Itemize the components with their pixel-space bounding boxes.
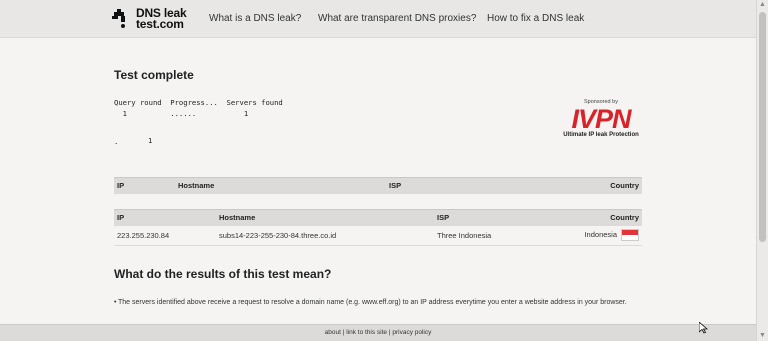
country-name: Indonesia xyxy=(584,230,617,240)
cell-hostname: subs14-223-255-230-84.three.co.id xyxy=(216,225,434,246)
col-country: Country xyxy=(536,177,642,194)
col-hostname: Hostname xyxy=(216,209,434,226)
col-isp: ISP xyxy=(386,177,536,194)
logo-line-2: test.com xyxy=(136,17,184,31)
progress-row: 1 ...... 1 xyxy=(114,109,249,118)
results-table: IP Hostname ISP Country 223.255.230.84 s… xyxy=(114,209,642,246)
sponsor-tagline: Ultimate IP leak Protection xyxy=(563,132,639,138)
footer-link-to-site[interactable]: link to this site xyxy=(346,329,387,336)
nav-what-is-dns-leak[interactable]: What is a DNS leak? xyxy=(209,13,301,24)
main-content: Test complete Query round Progress... Se… xyxy=(0,38,756,324)
results-heading: What do the results of this test mean? xyxy=(114,267,332,281)
footer-bar: about | link to this site | privacy poli… xyxy=(0,324,756,341)
col-ip: IP xyxy=(114,177,175,194)
indonesia-flag-icon xyxy=(621,229,639,242)
col-ip: IP xyxy=(114,209,216,226)
top-navigation-bar: DNS leak test.com What is a DNS leak? Wh… xyxy=(0,0,756,38)
scroll-down-arrow-icon[interactable]: ▼ xyxy=(757,331,768,341)
ivpn-logo: IVPN xyxy=(571,104,631,134)
footer-privacy-link[interactable]: privacy policy xyxy=(392,329,431,336)
cell-ip: 223.255.230.84 xyxy=(114,225,216,246)
vertical-scrollbar[interactable]: ▲ ▼ xyxy=(756,0,768,341)
cell-country: Indonesia xyxy=(554,225,642,246)
nav-how-to-fix[interactable]: How to fix a DNS leak xyxy=(487,13,584,24)
explanation-bullet: The servers identified above receive a r… xyxy=(114,297,628,308)
col-isp: ISP xyxy=(434,209,554,226)
nav-transparent-dns-proxies[interactable]: What are transparent DNS proxies? xyxy=(318,13,476,24)
test-heading: Test complete xyxy=(114,68,194,82)
scrollbar-thumb[interactable] xyxy=(759,12,766,242)
footer-about-link[interactable]: about xyxy=(325,329,341,336)
progress-header: Query round Progress... Servers found xyxy=(114,98,283,107)
faucet-icon xyxy=(112,9,125,28)
sponsor-banner[interactable]: Sponsored by IVPN Ultimate IP leak Prote… xyxy=(556,99,646,138)
site-logo[interactable]: DNS leak test.com xyxy=(111,6,187,32)
progress-dot: . xyxy=(114,137,119,146)
table-row: 223.255.230.84 subs14-223-255-230-84.thr… xyxy=(114,225,642,246)
col-country: Country xyxy=(554,209,642,226)
cell-isp: Three Indonesia xyxy=(434,225,554,246)
mouse-cursor-icon xyxy=(699,322,708,334)
servers-count: 1 xyxy=(148,136,153,145)
results-table-empty: IP Hostname ISP Country xyxy=(114,177,642,194)
scroll-up-arrow-icon[interactable]: ▲ xyxy=(757,0,768,10)
col-hostname: Hostname xyxy=(175,177,386,194)
